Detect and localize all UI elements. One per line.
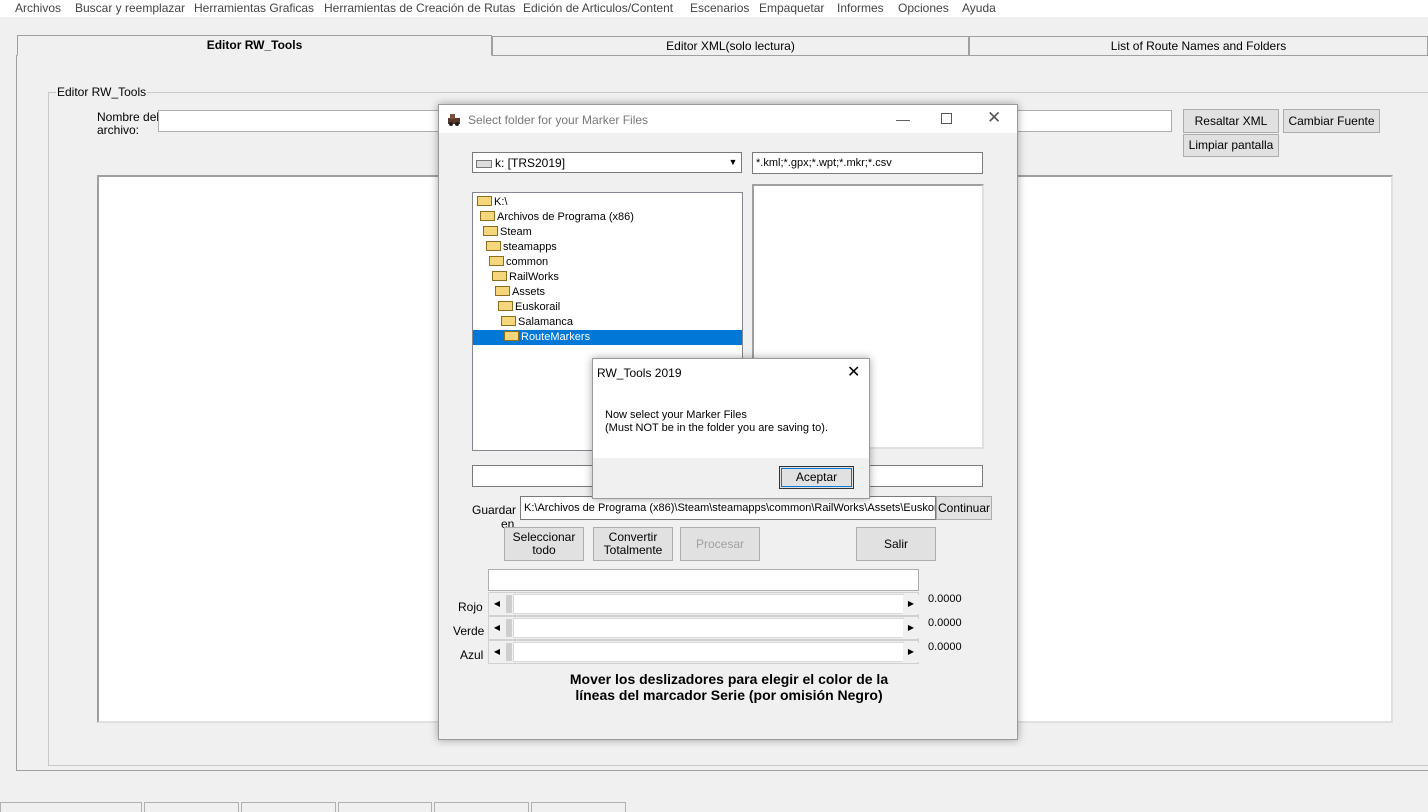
folder-icon	[480, 211, 495, 222]
save-path-input[interactable]: K:\Archivos de Programa (x86)\Steam\stea…	[520, 496, 936, 520]
file-filter-input[interactable]: *.kml;*.gpx;*.wpt;*.mkr;*.csv	[752, 152, 983, 174]
arrow-right-icon[interactable]: ▶	[903, 619, 919, 638]
change-font-button[interactable]: Cambiar Fuente	[1283, 109, 1380, 133]
tab-route-names[interactable]: List of Route Names and Folders	[969, 36, 1428, 55]
folder-icon	[489, 256, 504, 267]
tab-editor-xml[interactable]: Editor XML(solo lectura)	[492, 36, 969, 55]
tree-item[interactable]: RailWorks	[492, 270, 559, 285]
menu-empaquetar[interactable]: Empaquetar	[759, 1, 824, 15]
color-preview-box	[488, 569, 919, 591]
folder-icon	[483, 226, 498, 237]
menu-opciones[interactable]: Opciones	[898, 1, 949, 15]
drive-select[interactable]: k: [TRS2019] ▼	[472, 152, 742, 173]
folder-icon	[495, 286, 510, 297]
instruction-text: Mover los deslizadores para elegir el co…	[499, 671, 959, 703]
filename-label-2: archivo:	[97, 123, 140, 137]
slider-track[interactable]	[513, 642, 904, 662]
bottom-tab[interactable]	[434, 802, 529, 812]
slider-thumb[interactable]	[506, 595, 512, 613]
folder-icon	[501, 316, 516, 327]
chevron-down-icon[interactable]: ▼	[725, 153, 741, 172]
editor-group-label: Editor RW_Tools	[56, 85, 148, 99]
highlight-xml-button[interactable]: Resaltar XML	[1183, 109, 1279, 133]
slider-thumb[interactable]	[506, 619, 512, 637]
folder-icon	[492, 271, 507, 282]
folder-icon	[498, 301, 513, 312]
message-line-2: (Must NOT be in the folder you are savin…	[605, 422, 828, 434]
tree-item-selected[interactable]: RouteMarkers	[473, 330, 742, 345]
blue-slider[interactable]: ◀ ▶	[488, 640, 919, 664]
menu-escenarios[interactable]: Escenarios	[690, 1, 749, 15]
tree-item[interactable]: Archivos de Programa (x86)	[480, 210, 634, 225]
message-line-1: Now select your Marker Files	[605, 409, 747, 421]
instruction-line-2: líneas del marcador Serie (por omisión N…	[575, 687, 883, 703]
continue-button[interactable]: Continuar	[936, 496, 992, 520]
convert-label-2: Totalmente	[603, 543, 663, 557]
tree-item[interactable]: common	[489, 255, 548, 270]
bottom-tab[interactable]	[0, 802, 142, 812]
folder-icon	[477, 196, 492, 207]
save-in-label-1: Guardar	[472, 503, 517, 517]
tree-item[interactable]: Steam	[483, 225, 532, 240]
red-slider[interactable]: ◀ ▶	[488, 592, 919, 616]
folder-dialog-titlebar: Select folder for your Marker Files — ✕	[439, 105, 1017, 133]
convert-fully-button[interactable]: Convertir Totalmente	[593, 527, 673, 561]
green-value: 0.0000	[928, 617, 962, 629]
bottom-tab[interactable]	[338, 802, 432, 812]
blue-value: 0.0000	[928, 641, 962, 653]
message-box: RW_Tools 2019 ✕ Now select your Marker F…	[592, 358, 870, 499]
drive-icon	[476, 159, 492, 168]
menu-ayuda[interactable]: Ayuda	[962, 1, 996, 15]
ok-button[interactable]: Aceptar	[779, 466, 854, 489]
slider-track[interactable]	[513, 594, 904, 614]
bottom-tab[interactable]	[144, 802, 239, 812]
drive-value: k: [TRS2019]	[495, 156, 566, 170]
tree-item[interactable]: Salamanca	[501, 315, 573, 330]
minimize-icon[interactable]: —	[896, 111, 910, 127]
close-icon[interactable]: ✕	[847, 362, 860, 382]
tree-item[interactable]: steamapps	[486, 240, 557, 255]
menu-buscar[interactable]: Buscar y reemplazar	[75, 1, 185, 15]
menu-creacion-rutas[interactable]: Herramientas de Creación de Rutas	[324, 1, 515, 15]
maximize-icon[interactable]	[941, 113, 952, 124]
slider-thumb[interactable]	[506, 643, 512, 661]
arrow-left-icon[interactable]: ◀	[489, 619, 505, 638]
arrow-right-icon[interactable]: ▶	[903, 595, 919, 614]
slider-label-green: Verde	[453, 624, 485, 638]
menu-herramientas-graficas[interactable]: Herramientas Graficas	[194, 1, 314, 15]
select-all-button[interactable]: Seleccionar todo	[504, 527, 584, 561]
arrow-left-icon[interactable]: ◀	[489, 643, 505, 662]
menu-archivos[interactable]: Archivos	[15, 1, 61, 15]
green-slider[interactable]: ◀ ▶	[488, 616, 919, 640]
close-icon[interactable]: ✕	[987, 108, 1001, 128]
menu-bar: Archivos Buscar y reemplazar Herramienta…	[0, 0, 1428, 17]
red-value: 0.0000	[928, 593, 962, 605]
app-icon	[447, 112, 461, 126]
folder-icon	[486, 241, 501, 252]
folder-dialog-title: Select folder for your Marker Files	[468, 113, 649, 127]
tree-item[interactable]: Assets	[495, 285, 545, 300]
clear-screen-button[interactable]: Limpiar pantalla	[1183, 134, 1279, 157]
slider-label-blue: Azul	[460, 648, 484, 662]
process-button[interactable]: Procesar	[680, 527, 760, 561]
filename-label-1: Nombre del	[97, 110, 160, 124]
bottom-tab[interactable]	[531, 802, 626, 812]
folder-open-icon	[504, 331, 519, 342]
bottom-tab[interactable]	[241, 802, 336, 812]
tab-editor-rw-tools[interactable]: Editor RW_Tools	[17, 35, 492, 56]
instruction-line-1: Mover los deslizadores para elegir el co…	[569, 671, 889, 687]
exit-button[interactable]: Salir	[856, 527, 936, 561]
arrow-left-icon[interactable]: ◀	[489, 595, 505, 614]
tree-item[interactable]: K:\	[477, 195, 507, 210]
slider-label-red: Rojo	[458, 600, 483, 614]
select-all-label-2: todo	[532, 543, 556, 557]
message-box-title: RW_Tools 2019	[597, 366, 682, 380]
tree-item[interactable]: Euskorail	[498, 300, 560, 315]
slider-track[interactable]	[513, 618, 904, 638]
menu-articulos[interactable]: Edición de Articulos/Content	[523, 1, 673, 15]
arrow-right-icon[interactable]: ▶	[903, 643, 919, 662]
menu-informes[interactable]: Informes	[837, 1, 884, 15]
